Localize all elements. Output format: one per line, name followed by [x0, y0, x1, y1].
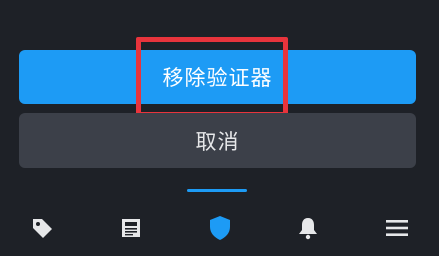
bell-icon: [299, 218, 318, 240]
active-tab-indicator: [187, 189, 247, 192]
cancel-label: 取消: [195, 129, 240, 154]
remove-authenticator-label: 移除验证器: [162, 66, 273, 90]
news-icon: [121, 219, 140, 237]
tag-icon: [33, 219, 52, 238]
tab-guard[interactable]: [200, 208, 240, 248]
cancel-button[interactable]: 取消: [19, 113, 416, 168]
tab-menu[interactable]: [377, 208, 417, 248]
bottom-tab-bar: [0, 200, 439, 256]
menu-icon: [386, 220, 408, 236]
shield-icon: [209, 216, 230, 240]
remove-authenticator-button[interactable]: 移除验证器: [19, 50, 416, 104]
tab-notifications[interactable]: [288, 208, 328, 248]
tab-store[interactable]: [22, 208, 62, 248]
tab-news[interactable]: [111, 208, 151, 248]
